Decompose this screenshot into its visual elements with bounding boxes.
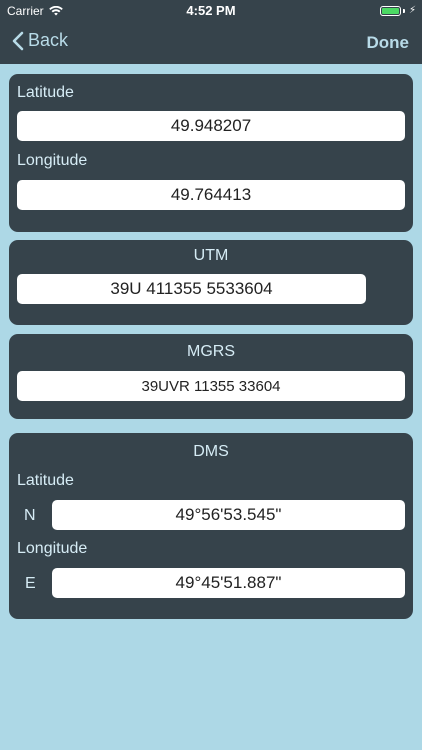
longitude-label: Longitude: [17, 152, 88, 169]
dms-longitude-label: Longitude: [17, 540, 88, 557]
dms-longitude-field[interactable]: 49°45'51.887": [52, 568, 405, 598]
dms-card: DMS Latitude N 49°56'53.545" Longitude E…: [9, 433, 413, 619]
status-bar: Carrier 4:52 PM ⚡: [0, 0, 422, 22]
mgrs-card: MGRS 39UVR 11355 33604: [9, 334, 413, 419]
dms-latitude-field[interactable]: 49°56'53.545": [52, 500, 405, 530]
longitude-direction: E: [25, 575, 36, 592]
battery-indicator: ⚡: [379, 5, 416, 16]
back-button[interactable]: Back: [12, 30, 68, 51]
latlon-card: Latitude 49.948207 Longitude 49.764413: [9, 74, 413, 232]
battery-icon: [379, 5, 401, 16]
chevron-left-icon: [12, 31, 24, 50]
latitude-field[interactable]: 49.948207: [17, 111, 405, 141]
dms-latitude-label: Latitude: [17, 472, 74, 489]
battery-tip: [402, 8, 405, 13]
mgrs-title: MGRS: [187, 343, 235, 360]
done-button[interactable]: Done: [367, 33, 410, 53]
utm-field[interactable]: 39U 411355 5533604: [17, 274, 366, 304]
dms-title: DMS: [193, 443, 229, 460]
navigation-bar: Back Done: [0, 22, 422, 64]
utm-title: UTM: [193, 247, 229, 264]
top-bar: Carrier 4:52 PM ⚡ Back Done: [0, 0, 422, 64]
latitude-direction: N: [24, 507, 36, 524]
mgrs-field[interactable]: 39UVR 11355 33604: [17, 371, 405, 401]
battery-fill: [381, 7, 399, 14]
charging-bolt-icon: ⚡: [408, 5, 416, 16]
status-time: 4:52 PM: [186, 3, 236, 18]
latitude-label: Latitude: [17, 84, 74, 101]
back-label: Back: [28, 30, 69, 50]
longitude-field[interactable]: 49.764413: [17, 180, 405, 210]
utm-card: UTM 39U 411355 5533604: [9, 240, 413, 325]
